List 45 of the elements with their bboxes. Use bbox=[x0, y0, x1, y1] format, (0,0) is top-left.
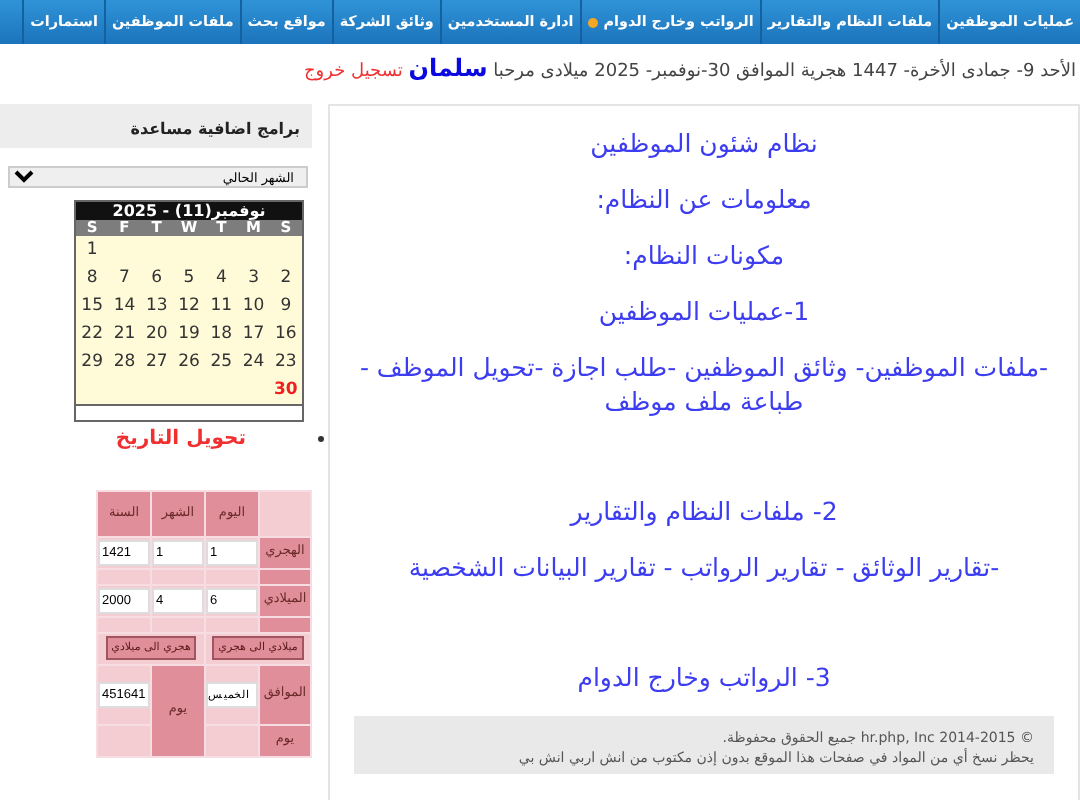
calendar-day[interactable]: 27 bbox=[140, 347, 173, 375]
calendar-day[interactable]: 1 bbox=[76, 235, 109, 263]
calendar-day[interactable]: 24 bbox=[237, 347, 270, 375]
bullet-icon bbox=[318, 435, 324, 441]
calendar-day[interactable]: 12 bbox=[172, 291, 206, 319]
content-text: 2- ملفات النظام والتقارير bbox=[567, 493, 840, 527]
calendar-day[interactable]: 23 bbox=[269, 347, 302, 375]
calendar-day[interactable]: 15 bbox=[76, 291, 109, 319]
calendar-day[interactable]: 13 bbox=[140, 291, 173, 319]
calendar-day[interactable]: 16 bbox=[269, 319, 302, 347]
converter-title: تحويل التاريخ bbox=[115, 425, 246, 453]
calendar-day[interactable]: 5 bbox=[172, 263, 206, 291]
content-text: 1-عمليات الموظفين bbox=[596, 293, 812, 327]
content-text: مكونات النظام: bbox=[621, 237, 787, 271]
content-text: نظام شئون الموظفين bbox=[588, 125, 820, 159]
calendar-day[interactable]: 4 bbox=[205, 263, 238, 291]
calendar-day[interactable]: 28 bbox=[108, 347, 141, 375]
calendar-day[interactable]: 9 bbox=[269, 291, 302, 319]
calendar-day[interactable]: 7 bbox=[108, 263, 141, 291]
calendar-day[interactable]: 10 bbox=[237, 291, 270, 319]
logout-link[interactable]: تسجيل خروج bbox=[303, 62, 403, 82]
content-text: -تقارير الوثائق - تقارير الرواتب - تقارير البيانات الشخصية bbox=[406, 549, 1002, 583]
calendar-day[interactable]: 21 bbox=[108, 319, 141, 347]
calendar-day[interactable]: 30 bbox=[269, 375, 302, 403]
calendar-day[interactable]: 11 bbox=[205, 291, 238, 319]
calendar-day[interactable]: 2 bbox=[269, 263, 302, 291]
calendar-day[interactable]: 6 bbox=[140, 263, 173, 291]
calendar-day[interactable]: 18 bbox=[205, 319, 238, 347]
calendar-day[interactable]: 22 bbox=[76, 319, 109, 347]
calendar-day[interactable]: 8 bbox=[76, 263, 109, 291]
content-text: معلومات عن النظام: bbox=[594, 181, 814, 215]
calendar-day[interactable]: 17 bbox=[237, 319, 270, 347]
date-text: الأحد 9- جمادى الأخرة- 1447 هجرية الموافق 30-نوفمبر- 2025 ميلادى مرحبا bbox=[493, 62, 1076, 82]
sidebar-title: برامج اضافية مساعدة bbox=[0, 103, 312, 147]
user-name: سلمان bbox=[408, 54, 488, 82]
calendar-day[interactable]: 25 bbox=[205, 347, 238, 375]
calendar-day[interactable]: 26 bbox=[172, 347, 206, 375]
calendar-day[interactable]: 19 bbox=[172, 319, 206, 347]
calendar-day[interactable]: 29 bbox=[76, 347, 109, 375]
content-text: 3- الرواتب وخارج الدوام bbox=[575, 659, 833, 693]
calendar-title: نوفمبر(11) - 2025 bbox=[76, 201, 302, 219]
content-text: -ملفات الموظفين- وثائق الموظفين -طلب اجازة -تحويل الموظف - طباعة ملف موظف bbox=[357, 349, 1051, 417]
calendar-day[interactable]: 3 bbox=[237, 263, 270, 291]
calendar-day[interactable]: 14 bbox=[108, 291, 141, 319]
calendar-day[interactable]: 20 bbox=[140, 319, 173, 347]
